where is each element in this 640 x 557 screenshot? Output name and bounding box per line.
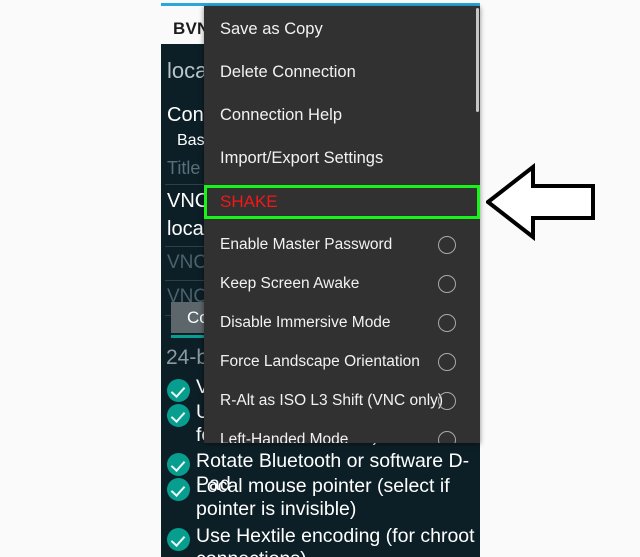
menu-item-label: Left-Handed Mode [220,430,349,444]
menu-item-keep-screen-awake[interactable]: Keep Screen Awake [204,264,480,303]
overflow-popup-menu[interactable]: Save as Copy Delete Connection Connectio… [204,6,480,443]
menu-item-shake[interactable]: SHAKE [204,185,480,219]
menu-item-disable-immersive-mode[interactable]: Disable Immersive Mode [204,303,480,342]
menu-item-delete-connection[interactable]: Delete Connection [204,53,480,92]
menu-item-label: Import/Export Settings [220,149,384,167]
menu-item-label: Force Landscape Orientation [220,352,420,370]
checkbox-row-local-mouse-pointer[interactable]: Local mouse pointer (select if pointer i… [163,475,479,521]
radio-button-icon[interactable] [438,391,456,410]
radio-button-icon[interactable] [438,274,456,293]
menu-item-force-landscape-orientation[interactable]: Force Landscape Orientation [204,342,480,381]
menu-item-save-as-copy[interactable]: Save as Copy [204,10,480,49]
radio-button-icon[interactable] [438,352,456,371]
menu-item-ralt-iso-l3-shift[interactable]: R-Alt as ISO L3 Shift (VNC only) [204,381,480,420]
menu-item-label: Delete Connection [220,63,356,81]
menu-scrollbar[interactable] [476,8,479,112]
menu-item-label: R-Alt as ISO L3 Shift (VNC only) [220,391,444,409]
menu-item-import-export-settings[interactable]: Import/Export Settings [204,139,480,178]
menu-item-label: Enable Master Password [220,235,393,253]
radio-button-icon[interactable] [438,313,456,332]
radio-button-icon[interactable] [438,430,456,443]
check-icon [167,404,190,427]
checkbox-label: Local mouse pointer (select if pointer i… [196,475,450,520]
check-icon [167,528,190,551]
checkbox-label: Use Hextile encoding (for chroot connect… [196,525,475,557]
check-icon [167,478,190,501]
menu-item-enable-master-password[interactable]: Enable Master Password [204,225,480,264]
menu-item-label: Save as Copy [220,20,323,38]
callout-arrow-left-icon [486,163,596,241]
checkbox-row-hextile-encoding[interactable]: Use Hextile encoding (for chroot connect… [163,525,479,557]
menu-item-label: Disable Immersive Mode [220,313,391,331]
menu-item-left-handed-mode[interactable]: Left-Handed Mode [204,420,480,443]
menu-item-label: SHAKE [220,192,278,211]
menu-item-label: Keep Screen Awake [220,274,360,292]
check-icon [167,453,190,476]
menu-item-label: Connection Help [220,106,342,124]
menu-item-connection-help[interactable]: Connection Help [204,96,480,135]
check-icon [167,379,190,402]
radio-button-icon[interactable] [438,235,456,254]
